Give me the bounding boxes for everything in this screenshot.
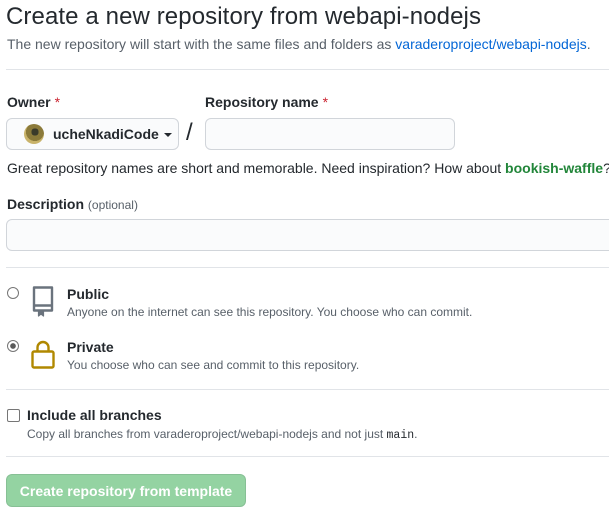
owner-label: Owner * bbox=[7, 94, 61, 110]
lock-icon bbox=[31, 340, 55, 369]
owner-repo-separator: / bbox=[186, 119, 193, 146]
avatar bbox=[24, 124, 44, 144]
include-branches-description: Copy all branches from varaderoproject/w… bbox=[27, 427, 418, 442]
repo-name-label: Repository name * bbox=[205, 94, 329, 110]
repo-name-required-mark: * bbox=[322, 94, 329, 110]
private-description: You choose who can see and commit to thi… bbox=[67, 358, 360, 372]
chevron-down-icon bbox=[163, 133, 172, 137]
include-branches-label[interactable]: Include all branches bbox=[27, 407, 162, 423]
repo-name-hint: Great repository names are short and mem… bbox=[7, 160, 609, 176]
create-repository-button[interactable]: Create repository from template bbox=[6, 474, 246, 507]
owner-selected-value: ucheNkadiCode bbox=[53, 126, 159, 142]
page-subtitle: The new repository will start with the s… bbox=[7, 36, 591, 52]
public-radio[interactable] bbox=[7, 287, 19, 299]
owner-select[interactable]: ucheNkadiCode bbox=[6, 118, 179, 150]
private-radio[interactable] bbox=[7, 340, 19, 352]
private-title: Private bbox=[67, 339, 114, 355]
description-label: Description (optional) bbox=[7, 196, 138, 212]
repo-icon bbox=[32, 286, 54, 317]
optional-note: (optional) bbox=[87, 198, 138, 212]
visibility-divider bbox=[6, 389, 609, 390]
include-branches-checkbox[interactable] bbox=[7, 409, 20, 422]
repo-name-input[interactable] bbox=[205, 118, 455, 150]
page-title: Create a new repository from webapi-node… bbox=[6, 3, 482, 30]
description-input[interactable] bbox=[6, 219, 609, 251]
branch-name: main bbox=[386, 429, 415, 442]
name-suggestion-link[interactable]: bookish-waffle bbox=[505, 160, 603, 176]
header-divider bbox=[6, 69, 609, 70]
owner-required-mark: * bbox=[54, 94, 61, 110]
public-description: Anyone on the internet can see this repo… bbox=[67, 305, 473, 319]
options-divider bbox=[6, 456, 609, 457]
template-repo-link[interactable]: varaderoproject/webapi-nodejs bbox=[395, 36, 586, 52]
description-divider bbox=[6, 267, 609, 268]
public-title: Public bbox=[67, 286, 110, 302]
